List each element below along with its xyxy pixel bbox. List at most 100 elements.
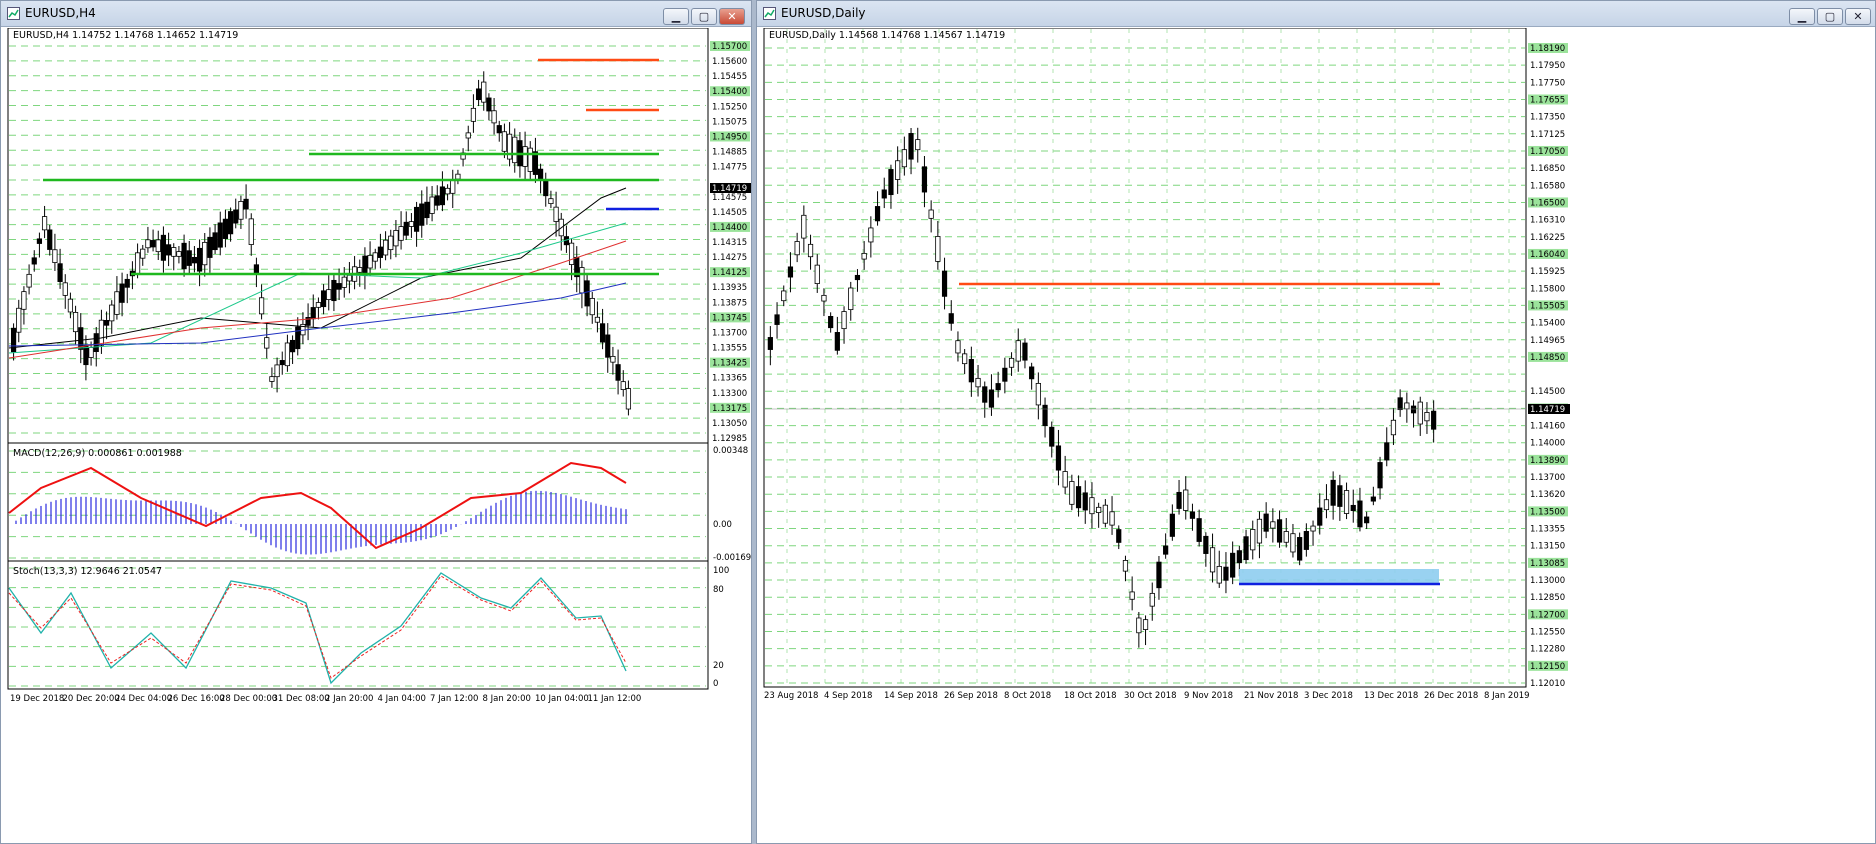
daily-candle-body [1236, 550, 1242, 564]
h4-price-label: 1.15455 [712, 72, 747, 82]
h4-price-label: 1.14885 [712, 148, 747, 158]
daily-candle-body [1122, 560, 1129, 572]
h4-candle-body [10, 327, 17, 353]
h4-candle-body [238, 201, 244, 220]
h4-candle-body [548, 198, 554, 205]
h4-time-label: 31 Dec 08:00 [273, 694, 330, 704]
daily-candle-body [1297, 537, 1303, 561]
h4-chart-window[interactable]: EURUSD,H4 ▁ ▢ ✕ 1.15700 1.15600 1.15455 1.154… [0, 0, 752, 844]
daily-window-titlebar[interactable]: EURUSD,Daily ▁ ▢ ✕ [757, 1, 1875, 27]
daily-candle-body [1002, 367, 1008, 382]
daily-candle-body [1008, 357, 1015, 368]
h4-candle-body [455, 173, 461, 180]
h4-price-label: 1.13175 [712, 404, 747, 414]
h4-candle-body [119, 283, 125, 303]
h4-candle-body [36, 238, 43, 244]
daily-price-label: 1.14160 [1530, 422, 1565, 432]
restore-button[interactable]: ✕ [1845, 8, 1871, 25]
h4-candle-body [93, 333, 99, 352]
h4-candle-body [424, 201, 430, 219]
stoch-axis-label: 100 [713, 566, 729, 576]
h4-price-label: 1.13745 [712, 313, 747, 323]
daily-candle-body [774, 314, 780, 325]
daily-candle-body [767, 337, 773, 350]
h4-time-label: 28 Dec 00:00 [220, 694, 277, 704]
daily-candle-body [928, 209, 934, 219]
h4-candle-body [186, 250, 192, 266]
daily-price-label: 1.15400 [1530, 319, 1565, 329]
daily-candle-body [915, 139, 921, 151]
h4-candle-body [284, 342, 291, 367]
h4-price-label: 1.14775 [712, 163, 747, 173]
h4-candle-body [258, 297, 265, 315]
daily-chart-window[interactable]: EURUSD,Daily ▁ ▢ ✕ 1.18190 1.17950 1.17750 1.… [756, 0, 1876, 844]
daily-price-label: 1.17950 [1530, 61, 1565, 71]
daily-price-label: 1.16310 [1530, 216, 1565, 226]
chart-window-icon [763, 7, 776, 20]
h4-candle-body [377, 246, 384, 258]
daily-price-label: 1.16500 [1530, 198, 1565, 208]
h4-candle-body [543, 179, 549, 197]
h4-price-label: 1.13935 [712, 283, 747, 293]
h4-candle-body [470, 107, 477, 122]
h4-candle-body [67, 298, 74, 313]
daily-price-label: 1.13700 [1530, 473, 1565, 483]
h4-time-label: 24 Dec 04:00 [115, 694, 172, 704]
minimize-button[interactable]: ▁ [1789, 8, 1815, 25]
h4-current-price: 1.14719 [712, 184, 747, 194]
daily-price-label: 1.12280 [1530, 645, 1565, 655]
h4-candle-body [315, 302, 322, 308]
stoch-axis-label: 20 [713, 661, 724, 671]
daily-candle-body [1337, 485, 1343, 507]
h4-candle-body [83, 344, 89, 366]
daily-candle-body [1323, 499, 1330, 511]
daily-candle-body [1109, 511, 1115, 526]
maximize-button[interactable]: ▢ [691, 8, 717, 25]
h4-candle-body [72, 312, 79, 333]
macd-axis-label: 0.00348 [713, 446, 748, 456]
maximize-button[interactable]: ▢ [1817, 8, 1843, 25]
h4-ohlc-info: EURUSD,H4 1.14752 1.14768 1.14652 1.1471… [13, 30, 239, 41]
daily-price-label: 1.12010 [1530, 679, 1565, 689]
daily-candle-body [1370, 496, 1376, 502]
h4-candle-body [310, 307, 316, 320]
minimize-button[interactable]: ▁ [663, 8, 689, 25]
h4-chart-canvas[interactable]: 1.15700 1.15600 1.15455 1.15400 1.15250 1.150… [1, 28, 751, 844]
daily-price-label: 1.15505 [1530, 301, 1565, 311]
daily-candle-body [807, 243, 814, 258]
h4-candle-body [444, 187, 451, 195]
daily-candle-body [1276, 519, 1283, 543]
h4-price-label: 1.14315 [712, 238, 747, 248]
daily-candle-body [955, 340, 961, 354]
daily-price-label: 1.17350 [1530, 113, 1565, 123]
daily-candle-body [1410, 405, 1417, 414]
daily-price-label: 1.12850 [1530, 593, 1565, 603]
daily-price-label: 1.13000 [1530, 576, 1565, 586]
h4-candle-body [26, 273, 32, 288]
close-button[interactable]: ✕ [719, 8, 745, 25]
daily-candle-body [895, 160, 901, 180]
h4-candle-body [501, 131, 508, 152]
h4-candle-body [62, 282, 68, 296]
h4-candle-body [615, 364, 621, 381]
daily-time-label: 23 Aug 2018 [764, 691, 818, 701]
h4-window-titlebar[interactable]: EURUSD,H4 ▁ ▢ ✕ [1, 1, 751, 27]
daily-candle-body [1022, 342, 1028, 361]
h4-candle-body [269, 376, 275, 382]
daily-candle-body [1203, 535, 1209, 554]
daily-candle-body [1290, 533, 1296, 553]
daily-price-label: 1.14500 [1530, 387, 1565, 397]
daily-candle-body [1156, 561, 1162, 589]
daily-price-label: 1.15800 [1530, 284, 1565, 294]
daily-chart-canvas[interactable]: 1.18190 1.17950 1.17750 1.17655 1.17350 1.171… [757, 28, 1875, 844]
h4-candle-body [594, 316, 601, 323]
daily-candle-body [941, 270, 948, 297]
daily-candle-body [1176, 491, 1182, 509]
daily-time-label: 30 Oct 2018 [1124, 691, 1177, 701]
h4-candle-body [429, 196, 435, 214]
h4-candle-body [233, 209, 239, 224]
h4-time-label: 4 Jan 04:00 [378, 694, 426, 704]
daily-candle-body [901, 149, 907, 168]
h4-candle-body [227, 211, 234, 235]
h4-candle-body [145, 239, 151, 249]
